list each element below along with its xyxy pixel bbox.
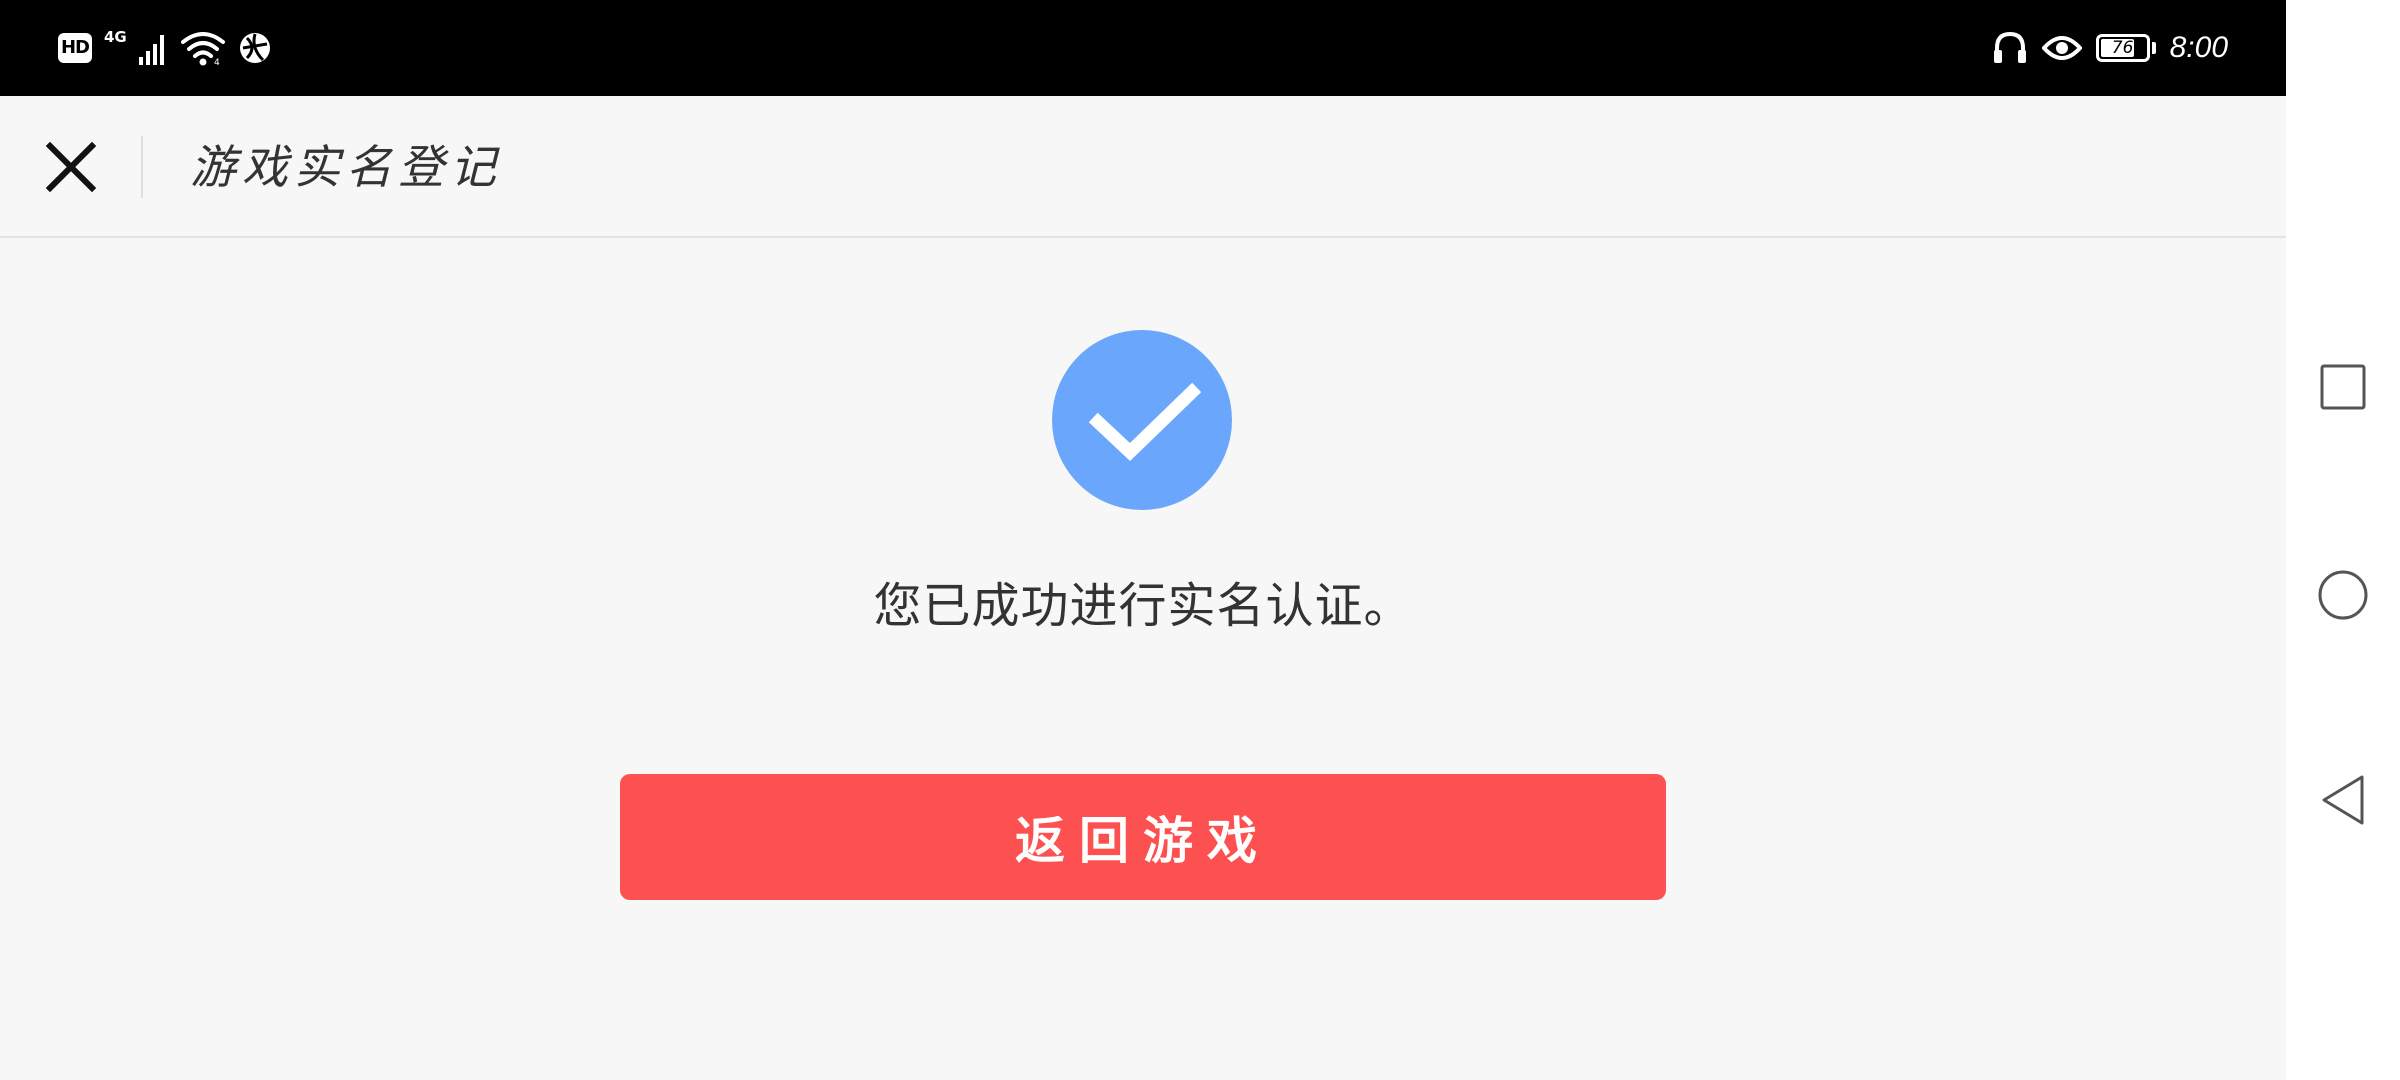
vpn-icon <box>239 33 270 63</box>
close-button[interactable] <box>36 132 106 202</box>
clock: 8:00 <box>2169 31 2228 64</box>
back-icon <box>2322 775 2364 825</box>
status-bar-left: HD 4G 4 <box>58 24 273 72</box>
status-bar-right: 76 8:00 <box>1992 24 2228 72</box>
back-button[interactable] <box>2313 770 2373 830</box>
battery-cap <box>2151 42 2156 54</box>
check-circle-icon <box>1052 330 1232 510</box>
app-header: 游戏实名登记 <box>0 96 2286 238</box>
success-message: 您已成功进行实名认证。 <box>873 578 1413 634</box>
return-to-game-button[interactable]: 返回游戏 <box>620 774 1666 900</box>
page-title: 游戏实名登记 <box>190 140 502 194</box>
signal-icon <box>138 35 164 65</box>
status-bar: HD 4G 4 76 8:00 <box>0 0 2286 96</box>
battery-level: 76 <box>2111 38 2134 58</box>
headphones-icon <box>1993 31 2026 63</box>
home-button[interactable] <box>2313 565 2373 625</box>
svg-text:4: 4 <box>214 58 220 66</box>
header-divider <box>141 136 143 198</box>
screen: HD 4G 4 76 8:00 游戏实名登记 您已成功进行实名认证。 返回游戏 <box>0 0 2400 1080</box>
app-container: 游戏实名登记 您已成功进行实名认证。 返回游戏 <box>0 96 2286 1080</box>
network-type: 4G <box>104 28 127 46</box>
hd-badge: HD <box>58 33 92 63</box>
wifi-icon: 4 <box>180 32 225 66</box>
recent-apps-icon <box>2320 364 2366 410</box>
close-icon <box>46 142 96 192</box>
navigation-bar <box>2286 0 2400 1080</box>
battery-icon: 76 <box>2095 34 2150 62</box>
eye-icon <box>2041 36 2082 60</box>
recent-apps-button[interactable] <box>2313 357 2373 417</box>
home-icon <box>2318 570 2368 620</box>
